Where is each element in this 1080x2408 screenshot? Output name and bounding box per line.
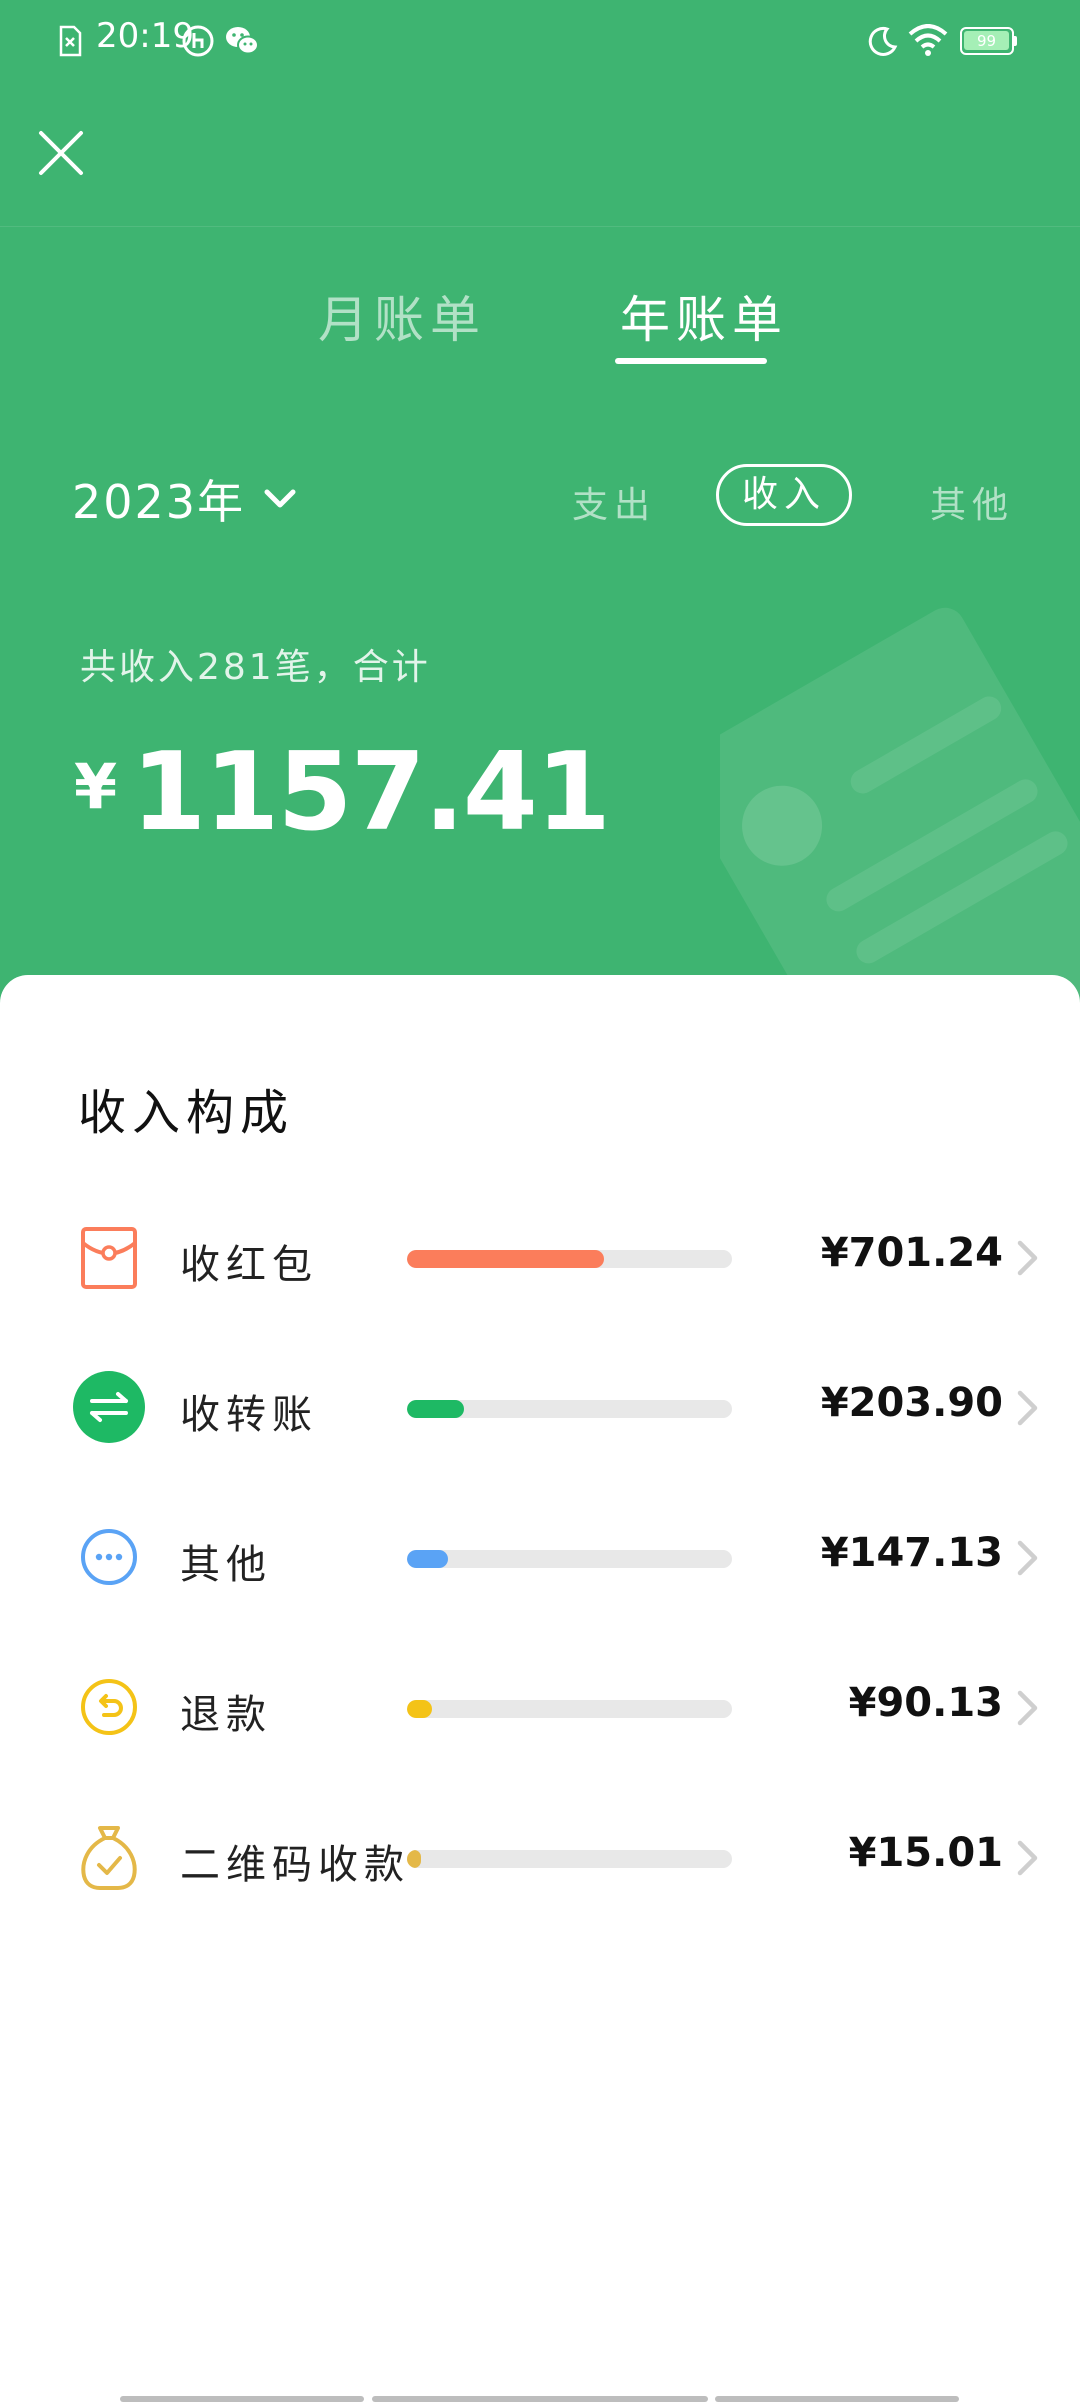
chevron-right-icon: [1017, 1840, 1038, 1876]
header-panel: 20:19 99 月账单 年账单 2023年 支出 收入 其他 共收入281笔，…: [0, 0, 1080, 1010]
chevron-down-icon: [264, 489, 296, 508]
row-label: 退款: [180, 1692, 272, 1738]
tab-monthly-bill[interactable]: 月账单: [318, 280, 486, 352]
row-label: 收转账: [180, 1392, 318, 1438]
chevron-right-icon: [1017, 1390, 1038, 1426]
row-amount: ¥203.90: [820, 1380, 1003, 1426]
income-summary-text: 共收入281笔，合计: [80, 647, 431, 688]
header-divider: [0, 226, 1080, 227]
share-bar: [407, 1700, 732, 1718]
tab-yearly-bill[interactable]: 年账单: [620, 280, 788, 352]
currency-symbol: ¥: [74, 750, 118, 823]
breakdown-row-transfer[interactable]: 收转账 ¥203.90: [0, 1352, 1080, 1462]
row-amount: ¥147.13: [820, 1530, 1003, 1576]
status-bar: 20:19 99: [0, 0, 1080, 80]
row-label: 收红包: [180, 1242, 318, 1288]
close-icon[interactable]: [36, 128, 86, 178]
total-amount: 1157.41: [131, 730, 611, 855]
year-label: 2023年: [72, 475, 246, 529]
row-amount: ¥90.13: [848, 1680, 1003, 1726]
share-bar-fill: [407, 1400, 465, 1418]
bill-tabs: 月账单 年账单: [0, 270, 1080, 370]
nav-bar-segment: [120, 2396, 364, 2402]
money-bag-icon: [81, 1826, 137, 1890]
share-bar: [407, 1550, 732, 1568]
income-total: ¥ 1157.41: [74, 730, 611, 855]
red-envelope-icon: [81, 1227, 137, 1289]
row-label: 二维码收款: [180, 1842, 410, 1888]
segment-other[interactable]: 其他: [930, 476, 1014, 528]
breakdown-title: 收入构成: [78, 1085, 295, 1141]
chevron-right-icon: [1017, 1540, 1038, 1576]
battery-level: 99: [976, 32, 997, 50]
do-not-disturb-moon-icon: [868, 26, 898, 56]
share-bar-fill: [407, 1550, 449, 1568]
battery-icon: 99: [960, 27, 1017, 55]
breakdown-row-refund[interactable]: 退款 ¥90.13: [0, 1652, 1080, 1762]
sim-card-icon: [59, 25, 82, 57]
share-bar: [407, 1250, 732, 1268]
breakdown-row-qr-payment[interactable]: 二维码收款 ¥15.01: [0, 1802, 1080, 1912]
wifi-icon: [908, 24, 948, 56]
row-amount: ¥15.01: [848, 1830, 1003, 1876]
status-time: 20:19: [96, 16, 194, 56]
nav-bar-segment: [372, 2396, 708, 2402]
breakdown-row-red-envelope[interactable]: 收红包 ¥701.24: [0, 1202, 1080, 1312]
segment-expense[interactable]: 支出: [572, 476, 656, 528]
more-icon: [81, 1529, 137, 1585]
chevron-right-icon: [1017, 1240, 1038, 1276]
segment-income[interactable]: 收入: [716, 464, 852, 526]
wechat-icon: [226, 27, 259, 55]
transfer-icon: [73, 1371, 145, 1443]
share-bar-fill: [407, 1250, 604, 1268]
notification-icon: [182, 25, 214, 57]
refund-icon: [81, 1679, 137, 1735]
receipt-illustration-icon: [720, 607, 1080, 1010]
share-bar-fill: [407, 1700, 433, 1718]
share-bar: [407, 1400, 732, 1418]
nav-bar-segment: [715, 2396, 959, 2402]
row-label: 其他: [180, 1542, 272, 1588]
breakdown-row-other[interactable]: 其他 ¥147.13: [0, 1502, 1080, 1612]
row-amount: ¥701.24: [820, 1230, 1003, 1276]
year-selector[interactable]: 2023年: [72, 466, 297, 532]
share-bar-fill: [407, 1850, 421, 1868]
chevron-right-icon: [1017, 1690, 1038, 1726]
share-bar: [407, 1850, 732, 1868]
active-tab-indicator: [615, 358, 767, 364]
